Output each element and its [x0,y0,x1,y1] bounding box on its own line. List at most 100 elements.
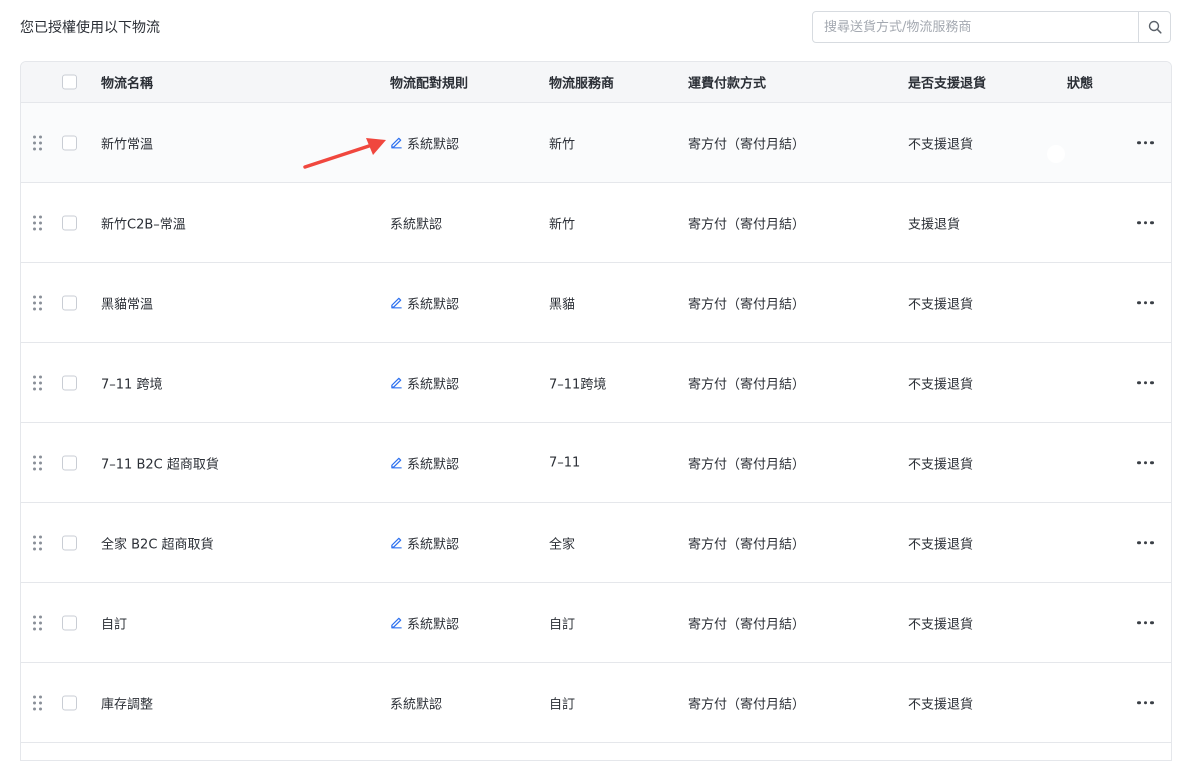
return-support: 不支援退貨 [908,617,974,632]
select-all-checkbox[interactable] [62,74,77,90]
column-header-payment: 運費付款方式 [688,76,767,92]
matching-rule[interactable]: 系統默認 [390,373,459,392]
drag-handle-icon[interactable] [33,535,42,550]
return-support: 不支援退貨 [908,697,974,712]
logistics-table: 物流名稱 物流配對規則 物流服務商 運費付款方式 是否支援退貨 狀態 新竹常溫系… [20,61,1172,761]
drag-handle-icon[interactable] [33,695,42,710]
drag-handle-icon[interactable] [33,455,42,470]
row-checkbox[interactable] [62,695,77,710]
service-provider: 新竹 [549,137,576,152]
more-icon[interactable] [1137,140,1154,145]
table-header: 物流名稱 物流配對規則 物流服務商 運費付款方式 是否支援退貨 狀態 [21,62,1171,103]
matching-rule-label: 系統默認 [407,137,460,152]
more-icon[interactable] [1137,220,1154,225]
drag-handle-icon[interactable] [33,295,42,310]
service-provider: 7–11跨境 [549,377,607,392]
drag-handle-icon[interactable] [33,375,42,390]
matching-rule-label: 系統默認 [407,457,460,472]
table-row: 全家 B2C 超商取貨 系統默認 全家 寄方付（寄付月結） 不支援退貨 [21,503,1171,583]
matching-rule: 系統默認 [390,693,442,712]
return-support: 不支援退貨 [908,377,974,392]
more-icon[interactable] [1137,620,1154,625]
matching-rule[interactable]: 系統默認 [390,453,459,472]
return-support: 支援退貨 [908,217,961,232]
more-icon[interactable] [1137,300,1154,305]
logistics-name: 庫存調整 [101,697,154,712]
column-header-name: 物流名稱 [101,76,154,92]
column-header-returns: 是否支援退貨 [908,76,987,92]
drag-handle-icon[interactable] [33,135,42,150]
payment-method: 寄方付（寄付月結） [688,297,806,312]
edit-icon[interactable] [390,536,404,550]
matching-rule: 系統默認 [390,213,442,232]
payment-method: 寄方付（寄付月結） [688,137,806,152]
return-support: 不支援退貨 [908,457,974,472]
drag-handle-icon[interactable] [33,215,42,230]
more-icon[interactable] [1137,540,1154,545]
payment-method: 寄方付（寄付月結） [688,697,806,712]
matching-rule-label: 系統默認 [407,297,460,312]
logistics-name: 新竹常溫 [101,137,154,152]
matching-rule[interactable]: 系統默認 [390,533,459,552]
search-icon [1148,20,1162,34]
service-provider: 新竹 [549,217,576,232]
logistics-name: 7–11 跨境 [101,377,163,392]
logistics-name: 自訂 [101,617,128,632]
service-provider: 全家 [549,537,576,552]
row-checkbox[interactable] [62,615,77,630]
payment-method: 寄方付（寄付月結） [688,457,806,472]
column-header-status: 狀態 [1067,76,1094,92]
column-header-rule: 物流配對規則 [390,76,469,92]
edit-icon[interactable] [390,296,404,310]
more-icon[interactable] [1137,380,1154,385]
column-header-provider: 物流服務商 [549,76,615,92]
matching-rule-label: 系統默認 [390,217,443,232]
service-provider: 自訂 [549,617,576,632]
matching-rule[interactable]: 系統默認 [390,293,459,312]
logistics-name: 黑貓常溫 [101,297,154,312]
row-checkbox[interactable] [62,535,77,550]
table-row: 7–11 B2C 超商取貨 系統默認 7–11 寄方付（寄付月結） 不支援退貨 [21,423,1171,503]
return-support: 不支援退貨 [908,537,974,552]
table-row: 新竹常溫 系統默認 新竹 寄方付（寄付月結） 不支援退貨 [21,103,1171,183]
row-checkbox[interactable] [62,295,77,310]
edit-icon[interactable] [390,376,404,390]
page-title: 您已授權使用以下物流 [20,20,160,36]
row-checkbox[interactable] [62,135,77,150]
table-body: 新竹常溫 系統默認 新竹 寄方付（寄付月結） 不支援退貨 新竹C2B–常溫 系統默認 新竹 寄方… [21,103,1171,743]
table-row: 7–11 跨境 系統默認 7–11跨境 寄方付（寄付月結） 不支援退貨 [21,343,1171,423]
payment-method: 寄方付（寄付月結） [688,377,806,392]
service-provider: 7–11 [549,455,581,470]
logistics-name: 新竹C2B–常溫 [101,217,186,232]
service-provider: 自訂 [549,697,576,712]
return-support: 不支援退貨 [908,297,974,312]
row-checkbox[interactable] [62,455,77,470]
matching-rule-label: 系統默認 [390,697,443,712]
edit-icon[interactable] [390,616,404,630]
payment-method: 寄方付（寄付月結） [688,537,806,552]
return-support: 不支援退貨 [908,137,974,152]
service-provider: 黑貓 [549,297,576,312]
edit-icon[interactable] [390,136,404,150]
table-row: 庫存調整 系統默認 自訂 寄方付（寄付月結） 不支援退貨 [21,663,1171,743]
matching-rule[interactable]: 系統默認 [390,133,459,152]
drag-handle-icon[interactable] [33,615,42,630]
matching-rule-label: 系統默認 [407,617,460,632]
payment-method: 寄方付（寄付月結） [688,617,806,632]
search-box [812,11,1171,43]
matching-rule-label: 系統默認 [407,377,460,392]
logistics-name: 全家 B2C 超商取貨 [101,537,214,552]
matching-rule-label: 系統默認 [407,537,460,552]
matching-rule[interactable]: 系統默認 [390,613,459,632]
more-icon[interactable] [1137,700,1154,705]
table-row: 黑貓常溫 系統默認 黑貓 寄方付（寄付月結） 不支援退貨 [21,263,1171,343]
table-row: 自訂 系統默認 自訂 寄方付（寄付月結） 不支援退貨 [21,583,1171,663]
table-row: 新竹C2B–常溫 系統默認 新竹 寄方付（寄付月結） 支援退貨 [21,183,1171,263]
payment-method: 寄方付（寄付月結） [688,217,806,232]
edit-icon[interactable] [390,456,404,470]
row-checkbox[interactable] [62,215,77,230]
more-icon[interactable] [1137,460,1154,465]
search-input[interactable] [813,12,1138,42]
search-button[interactable] [1138,12,1170,42]
row-checkbox[interactable] [62,375,77,390]
